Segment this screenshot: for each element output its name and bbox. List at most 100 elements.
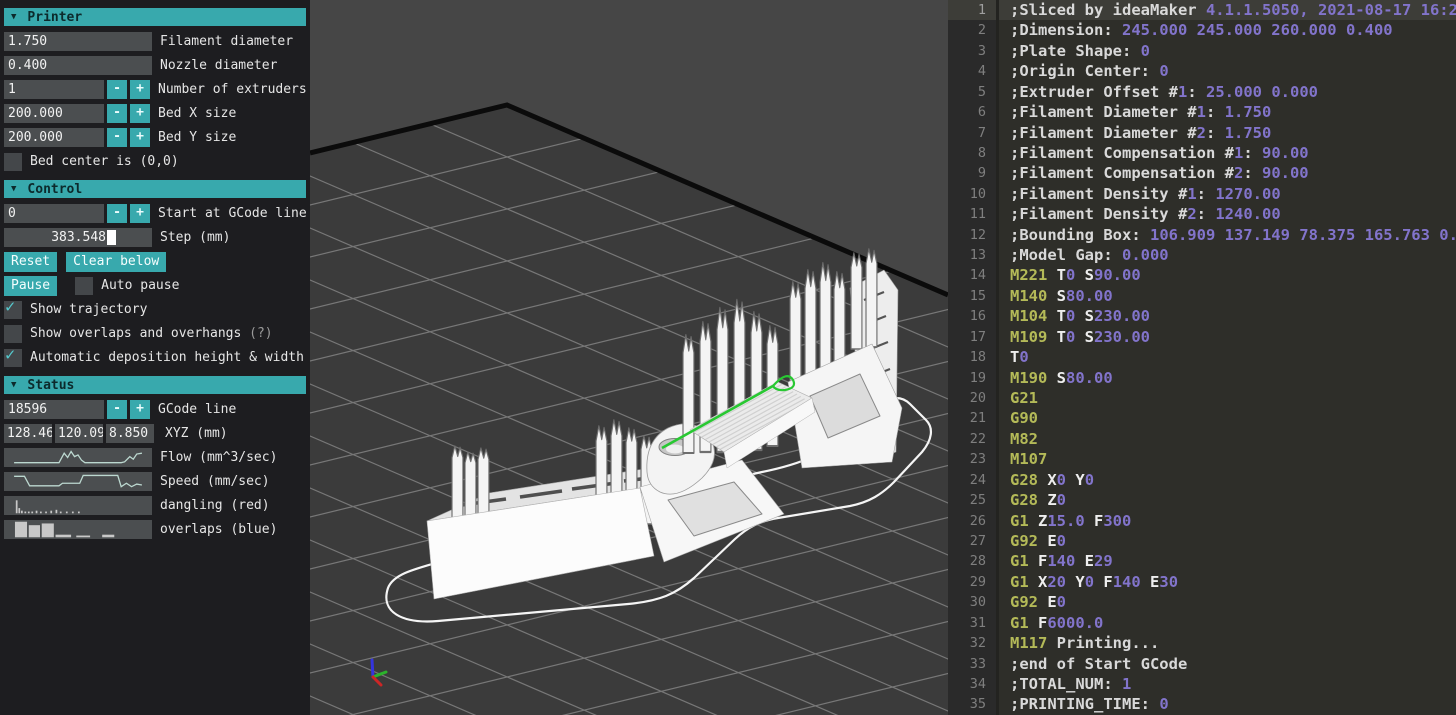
increment-button[interactable]: + [130, 204, 150, 223]
decrement-button[interactable]: - [107, 204, 127, 223]
code-token: 15.0 [1047, 512, 1084, 530]
gcode-line[interactable]: 22M82 [948, 429, 1456, 449]
increment-button[interactable]: + [130, 128, 150, 147]
line-number: 34 [948, 674, 999, 694]
checkbox-label: Automatic deposition height & width (?) [30, 350, 310, 365]
value-input[interactable]: 0.400 [4, 56, 152, 75]
line-number: 19 [948, 368, 999, 388]
code-token: ;Bounding Box: [1010, 226, 1150, 244]
gcode-line[interactable]: 33 ;end of Start GCode [948, 654, 1456, 674]
value-input[interactable]: 200.000 [4, 128, 104, 147]
gcode-line[interactable]: 14M221 T0 S90.00 [948, 265, 1456, 285]
value-input[interactable]: 200.000 [4, 104, 104, 123]
panel-header-printer[interactable]: ▼Printer [4, 8, 306, 26]
decrement-button[interactable]: - [107, 104, 127, 123]
code-token: 90.00 [1262, 164, 1309, 182]
panel-header-control[interactable]: ▼Control [4, 180, 306, 198]
gcode-line[interactable]: 16M104 T0 S230.00 [948, 306, 1456, 326]
gcode-line[interactable]: 20G21 [948, 388, 1456, 408]
gcode-line[interactable]: 24G28 X0 Y0 [948, 470, 1456, 490]
gcode-line[interactable]: 8;Filament Compensation #1: 90.00 [948, 143, 1456, 163]
code-token: ;Model Gap: [1010, 246, 1122, 264]
code-token: 1 [1197, 103, 1206, 121]
line-number: 15 [948, 286, 999, 306]
code-token: S [1047, 287, 1066, 305]
code-text: ;Origin Center: 0 [999, 61, 1456, 81]
code-token: 90.00 [1262, 144, 1309, 162]
gcode-line[interactable]: 32M117 Printing... [948, 633, 1456, 653]
line-number: 7 [948, 123, 999, 143]
code-token: 140 [1113, 573, 1141, 591]
gcode-line[interactable]: 18T0 [948, 347, 1456, 367]
coord-input[interactable]: 8.850 [106, 424, 154, 443]
value-input[interactable]: 0 [4, 204, 104, 223]
gcode-line[interactable]: 10;Filament Density #1: 1270.00 [948, 184, 1456, 204]
gcode-line[interactable]: 21G90 [948, 408, 1456, 428]
gcode-line[interactable]: 13;Model Gap: 0.000 [948, 245, 1456, 265]
gcode-analyzer-window: ▼Printer1.750Filament diameter0.400Nozzl… [0, 0, 1456, 715]
gcode-line[interactable]: 1;Sliced by ideaMaker 4.1.1.5050, 2021-0… [948, 0, 1456, 20]
checkbox[interactable] [4, 153, 22, 171]
pause-button[interactable]: Pause [4, 276, 57, 296]
code-text: G28 X0 Y0 [999, 470, 1456, 490]
decrement-button[interactable]: - [107, 80, 127, 99]
gcode-line[interactable]: 5;Extruder Offset #1: 25.000 0.000 [948, 82, 1456, 102]
checkbox[interactable]: ✓ [4, 349, 22, 367]
code-text: ;PRINTING_TIME: 0 [999, 694, 1456, 714]
gcode-line[interactable]: 11;Filament Density #2: 1240.00 [948, 204, 1456, 224]
decrement-button[interactable]: - [107, 400, 127, 419]
gcode-editor[interactable]: 1;Sliced by ideaMaker 4.1.1.5050, 2021-0… [948, 0, 1456, 715]
gcode-line[interactable]: 3;Plate Shape: 0 [948, 41, 1456, 61]
step-input[interactable]: 383.548 [4, 228, 152, 247]
gcode-line[interactable]: 9;Filament Compensation #2: 90.00 [948, 163, 1456, 183]
field-label: XYZ (mm) [165, 426, 228, 441]
value-input[interactable]: 18596 [4, 400, 104, 419]
gcode-line[interactable]: 28G1 F140 E29 [948, 551, 1456, 571]
gcode-line[interactable]: 34;TOTAL_NUM: 1 [948, 674, 1456, 694]
gcode-line[interactable]: 4;Origin Center: 0 [948, 61, 1456, 81]
code-token: ;end of Start GCode [1010, 655, 1187, 673]
coord-input[interactable]: 128.46 [4, 424, 52, 443]
increment-button[interactable]: + [130, 80, 150, 99]
increment-button[interactable]: + [130, 400, 150, 419]
increment-button[interactable]: + [130, 104, 150, 123]
decrement-button[interactable]: - [107, 128, 127, 147]
gcode-line[interactable]: 12;Bounding Box: 106.909 137.149 78.375 … [948, 225, 1456, 245]
code-token: G1 [1010, 552, 1029, 570]
gcode-line[interactable]: 19M190 S80.00 [948, 368, 1456, 388]
value-input[interactable]: 1 [4, 80, 104, 99]
gcode-line[interactable]: 27G92 E0 [948, 531, 1456, 551]
gcode-line[interactable]: 25G28 Z0 [948, 490, 1456, 510]
gcode-line[interactable]: 35;PRINTING_TIME: 0 [948, 694, 1456, 714]
value-input[interactable]: 1.750 [4, 32, 152, 51]
panel-header-status[interactable]: ▼Status [4, 376, 306, 394]
gcode-line[interactable]: 15M140 S80.00 [948, 286, 1456, 306]
checkbox[interactable]: ✓ [4, 301, 22, 319]
panel-title: Control [27, 182, 82, 197]
gcode-line[interactable]: 17M109 T0 S230.00 [948, 327, 1456, 347]
coord-input[interactable]: 120.09 [55, 424, 103, 443]
code-text: ;Filament Density #1: 1270.00 [999, 184, 1456, 204]
code-token: Y [1066, 573, 1085, 591]
code-token: M140 [1010, 287, 1047, 305]
line-number: 22 [948, 429, 999, 449]
gcode-line[interactable]: 2;Dimension: 245.000 245.000 260.000 0.4… [948, 20, 1456, 40]
checkbox[interactable] [4, 325, 22, 343]
gcode-line[interactable]: 26G1 Z15.0 F300 [948, 511, 1456, 531]
code-token: 0 [1159, 695, 1168, 713]
clear-below-button[interactable]: Clear below [66, 252, 166, 272]
gcode-line[interactable]: 6;Filament Diameter #1: 1.750 [948, 102, 1456, 122]
gcode-line[interactable]: 30G92 E0 [948, 592, 1456, 612]
viewport-3d[interactable] [310, 0, 948, 715]
checkbox[interactable] [75, 277, 93, 295]
code-token: F [1094, 573, 1113, 591]
code-token: F [1029, 614, 1048, 632]
gcode-line[interactable]: 31G1 F6000.0 [948, 613, 1456, 633]
code-text: M107 [999, 449, 1456, 469]
code-token: Y [1066, 471, 1085, 489]
gcode-line[interactable]: 29G1 X20 Y0 F140 E30 [948, 572, 1456, 592]
gcode-line[interactable]: 7;Filament Diameter #2: 1.750 [948, 123, 1456, 143]
line-number: 33 [948, 654, 999, 674]
reset-button[interactable]: Reset [4, 252, 57, 272]
gcode-line[interactable]: 23M107 [948, 449, 1456, 469]
